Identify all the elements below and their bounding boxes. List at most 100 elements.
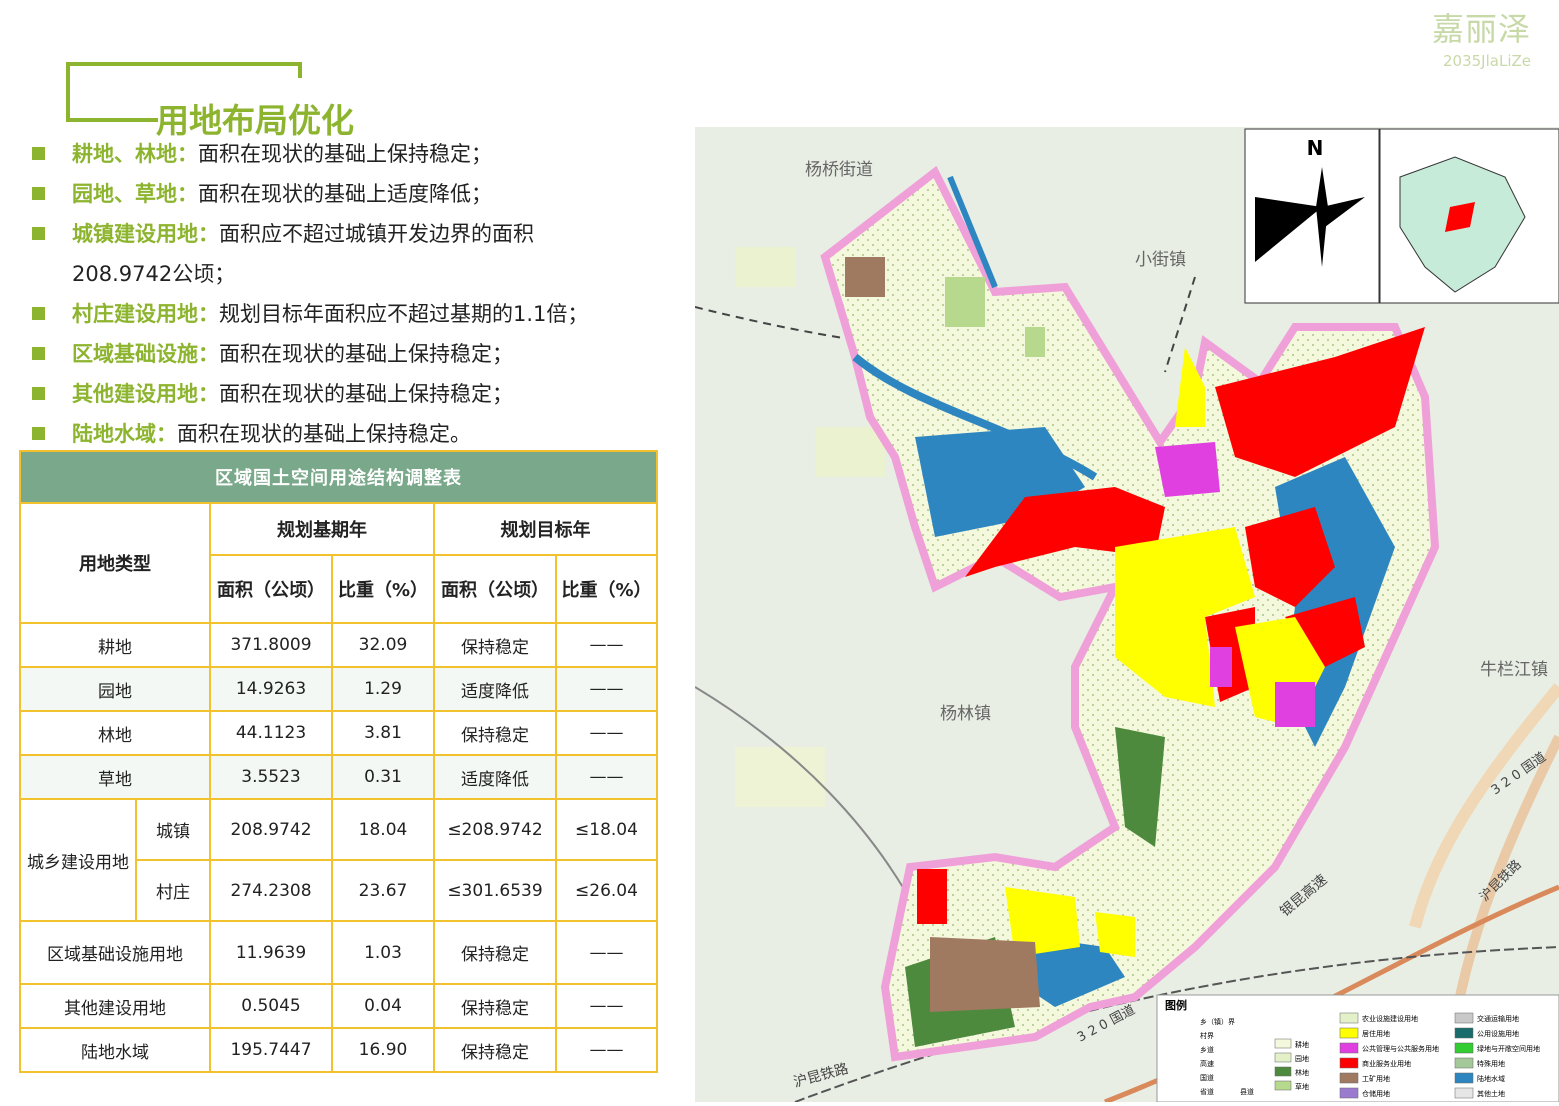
bullet-item: 区域基础设施：面积在现状的基础上保持稳定； — [32, 334, 672, 374]
bullet-key: 区域基础设施： — [72, 342, 219, 366]
cell-base-area: 3.5523 — [209, 754, 333, 800]
bullet-text: 面积在现状的基础上保持稳定； — [219, 342, 513, 366]
map-place-label: 杨林镇 — [940, 704, 991, 724]
cell-base-area: 208.9742 — [209, 798, 333, 861]
cell-base-ratio: 23.67 — [331, 859, 435, 922]
bullet-text: 面积在现状的基础上适度降低； — [198, 182, 492, 206]
cell-type: 耕地 — [19, 622, 211, 668]
bullet-item: 其他建设用地：面积在现状的基础上保持稳定； — [32, 374, 672, 414]
header-base-year: 规划基期年 — [209, 502, 435, 556]
map-place-label: 牛栏江镇 — [1480, 660, 1548, 680]
legend-item: 农业设施建设用地 — [1362, 1014, 1418, 1023]
cell-type: 区域基础设施用地 — [19, 920, 211, 985]
bullet-text: 面积在现状的基础上保持稳定； — [219, 382, 513, 406]
table-row: 草地 3.5523 0.31 适度降低 —— — [19, 754, 658, 800]
map-legend: 图例 乡（镇）界 村界 乡道 高速 国道 省道 县道 耕地 园地 林地 草地 农… — [1156, 994, 1559, 1103]
bullet-text: 面积应不超过城镇开发边界的面积 — [219, 222, 534, 246]
cell-target-ratio: —— — [555, 983, 658, 1029]
legend-title: 图例 — [1165, 998, 1187, 1012]
header-target-ratio: 比重（%） — [555, 554, 658, 624]
table-row: 城乡建设用地 城镇 208.9742 18.04 ≤208.9742 ≤18.0… — [19, 798, 658, 922]
cell-type: 陆地水域 — [19, 1027, 211, 1073]
bullet-list: 耕地、林地：面积在现状的基础上保持稳定； 园地、草地：面积在现状的基础上适度降低… — [32, 134, 672, 454]
brand-name: 嘉丽泽 — [1431, 10, 1531, 48]
legend-item: 公用设施用地 — [1477, 1029, 1519, 1038]
cell-group: 城乡建设用地 — [19, 798, 137, 922]
legend-item: 林地 — [1295, 1068, 1309, 1077]
bullet-item: 陆地水域：面积在现状的基础上保持稳定。 — [32, 414, 672, 454]
cell-type: 林地 — [19, 710, 211, 756]
cell-base-area: 11.9639 — [209, 920, 333, 985]
cell-target-area: ≤208.9742 — [433, 798, 557, 861]
cell-target-ratio: —— — [555, 754, 658, 800]
cell-base-ratio: 1.03 — [331, 920, 435, 985]
bullet-square-icon — [32, 187, 45, 200]
header-target-area: 面积（公顷） — [433, 554, 557, 624]
legend-item: 工矿用地 — [1362, 1074, 1390, 1083]
cell-base-area: 0.5045 — [209, 983, 333, 1029]
brand-logo: 嘉丽泽 2035JlaLiZe — [1432, 4, 1531, 70]
cell-target-ratio: —— — [555, 920, 658, 985]
cell-subtype: 村庄 — [135, 859, 211, 922]
cell-target-area: ≤301.6539 — [433, 859, 557, 922]
legend-item: 特殊用地 — [1477, 1059, 1505, 1068]
cell-type: 园地 — [19, 666, 211, 712]
legend-item: 陆地水域 — [1477, 1074, 1505, 1083]
map-place-label: 杨桥街道 — [805, 160, 873, 180]
cell-base-ratio: 16.90 — [331, 1027, 435, 1073]
bullet-key: 陆地水域： — [72, 422, 177, 446]
land-use-table: 区域国土空间用途结构调整表 用地类型 规划基期年 规划目标年 面积（公顷） 比重… — [19, 450, 658, 1073]
bullet-key: 园地、草地： — [72, 182, 198, 206]
bullet-text: 面积在现状的基础上保持稳定； — [198, 142, 492, 166]
table-caption: 区域国土空间用途结构调整表 — [19, 450, 658, 504]
cell-base-ratio: 1.29 — [331, 666, 435, 712]
cell-base-area: 44.1123 — [209, 710, 333, 756]
legend-line-item: 国道 — [1200, 1073, 1214, 1082]
legend-item: 园地 — [1295, 1054, 1309, 1063]
bullet-continuation: 208.9742公顷； — [72, 262, 236, 286]
cell-base-ratio: 0.31 — [331, 754, 435, 800]
bullet-square-icon — [32, 347, 45, 360]
cell-target-area: 保持稳定 — [433, 1027, 557, 1073]
cell-subtype: 城镇 — [135, 798, 211, 861]
bullet-key: 城镇建设用地： — [72, 222, 219, 246]
bullet-square-icon — [32, 427, 45, 440]
cell-base-ratio: 18.04 — [331, 798, 435, 861]
table-row: 园地 14.9263 1.29 适度降低 —— — [19, 666, 658, 712]
bullet-square-icon — [32, 147, 45, 160]
legend-item: 交通运输用地 — [1477, 1014, 1519, 1023]
legend-line-item: 乡道 — [1200, 1045, 1214, 1054]
legend-line-item: 省道 — [1200, 1087, 1214, 1096]
legend-item: 耕地 — [1295, 1040, 1309, 1049]
cell-target-area: 保持稳定 — [433, 920, 557, 985]
legend-item: 商业服务业用地 — [1362, 1059, 1411, 1068]
cell-base-area: 371.8009 — [209, 622, 333, 668]
bullet-text: 面积在现状的基础上保持稳定。 — [177, 422, 471, 446]
legend-line-item: 县道 — [1240, 1087, 1254, 1096]
cell-target-ratio: —— — [555, 622, 658, 668]
bullet-text: 规划目标年面积应不超过基期的1.1倍； — [219, 302, 589, 326]
cell-target-ratio: ≤26.04 — [555, 859, 658, 922]
cell-target-area: 保持稳定 — [433, 622, 557, 668]
legend-item: 公共管理与公共服务用地 — [1362, 1044, 1439, 1053]
cell-base-area: 195.7447 — [209, 1027, 333, 1073]
bullet-item: 园地、草地：面积在现状的基础上适度降低； — [32, 174, 672, 214]
cell-target-ratio: —— — [555, 710, 658, 756]
cell-type: 其他建设用地 — [19, 983, 211, 1029]
bullet-key: 村庄建设用地： — [72, 302, 219, 326]
legend-line-item: 村界 — [1200, 1031, 1214, 1040]
cell-target-area: 保持稳定 — [433, 983, 557, 1029]
legend-line-item: 乡（镇）界 — [1200, 1017, 1235, 1026]
cell-base-ratio: 0.04 — [331, 983, 435, 1029]
bullet-item: 村庄建设用地：规划目标年面积应不超过基期的1.1倍； — [32, 294, 672, 334]
cell-base-area: 14.9263 — [209, 666, 333, 712]
table-row: 其他建设用地 0.5045 0.04 保持稳定 —— — [19, 983, 658, 1029]
bullet-square-icon — [32, 307, 45, 320]
brand-subtitle: 2035JlaLiZe — [1443, 52, 1531, 70]
header-land-type: 用地类型 — [19, 502, 211, 624]
header-base-ratio: 比重（%） — [331, 554, 435, 624]
legend-item: 绿地与开敞空间用地 — [1477, 1044, 1540, 1053]
legend-line-item: 高速 — [1200, 1059, 1214, 1068]
legend-item: 仓储用地 — [1362, 1089, 1390, 1098]
cell-base-ratio: 32.09 — [331, 622, 435, 668]
